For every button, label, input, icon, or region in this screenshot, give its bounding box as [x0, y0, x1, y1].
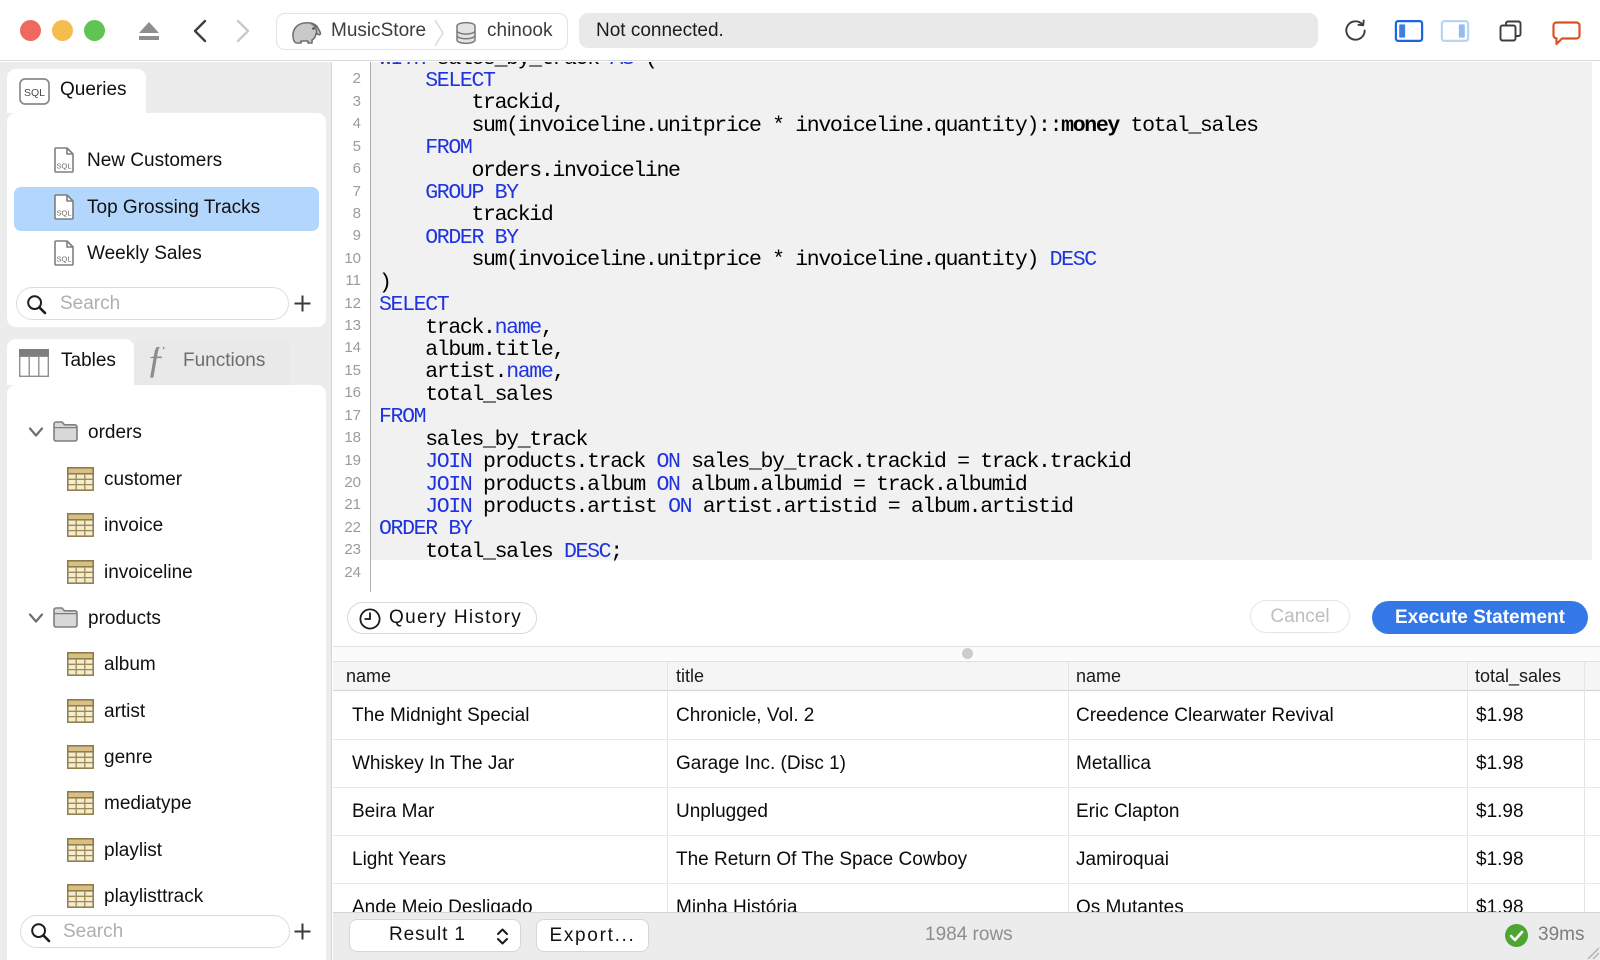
- svg-text:SQL: SQL: [24, 87, 45, 99]
- svg-text:ƒ: ƒ: [146, 347, 166, 379]
